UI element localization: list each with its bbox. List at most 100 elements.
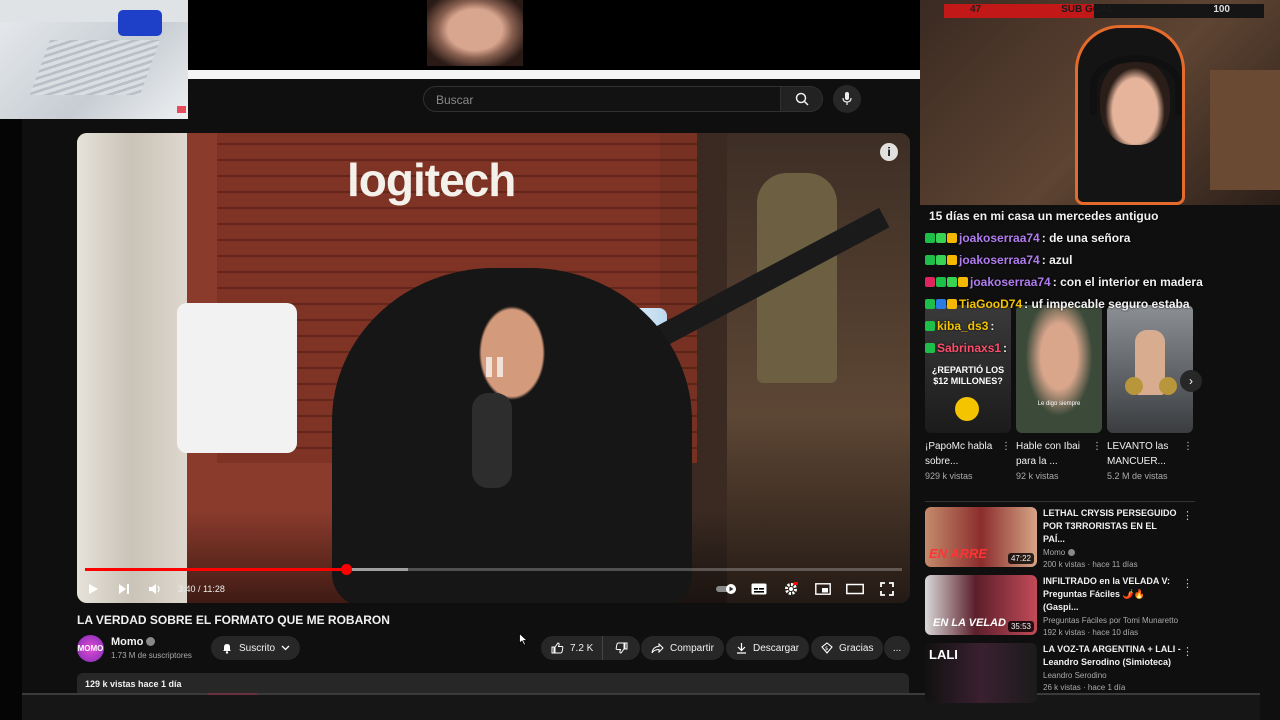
recommended-thumbnail[interactable]: EN LA VELAD 35:53 [925, 575, 1037, 635]
download-icon [737, 643, 746, 654]
recommended-meta: 26 k vistas · hace 1 día [1043, 683, 1126, 692]
verified-badge-icon [146, 637, 156, 646]
volume-button[interactable] [139, 577, 170, 601]
chat-badge-icon [936, 299, 946, 309]
short-menu-icon[interactable]: ⋮ [1183, 439, 1193, 454]
thumbs-down-icon [615, 642, 628, 654]
chat-message: joakoserraa74: de una señora [925, 227, 1235, 249]
avatar-text: MOMO [77, 644, 104, 653]
channel-avatar[interactable]: MOMO [77, 635, 104, 662]
video-player[interactable]: logitech i 3:40 / 11:28 [77, 133, 910, 603]
chat-badges [925, 299, 957, 309]
play-button[interactable] [77, 577, 108, 601]
recommended-channel[interactable]: Momo [1043, 548, 1065, 557]
chat-overlay: 15 días en mi casa un mercedes antiguo jo… [925, 205, 1235, 359]
screen: Buscar logitech i 3:40 / 11:28 LA VERDAD… [0, 0, 1280, 720]
search-button[interactable] [781, 86, 823, 112]
divider [925, 501, 1195, 502]
chat-username: TiaGooD74 [959, 297, 1023, 311]
super-thanks-icon: $ [821, 642, 833, 654]
thanks-label: Gracias [839, 642, 874, 654]
gear-icon [784, 582, 798, 595]
volume-icon [148, 584, 160, 594]
progress-bar[interactable] [85, 564, 902, 575]
thanks-button[interactable]: $ Gracias [811, 636, 884, 660]
fullscreen-icon [879, 582, 894, 596]
recommended-video[interactable]: LALI LA VOZ-TA ARGENTINA + LALI - Leandr… [925, 643, 1195, 711]
short-menu-icon[interactable]: ⋮ [1092, 439, 1102, 454]
chat-text: : [990, 319, 995, 333]
chat-username: Sabrinaxs1 [937, 341, 1002, 355]
time-display: 3:40 / 11:28 [178, 584, 225, 594]
chat-badge-icon [947, 299, 957, 309]
chat-badges [925, 233, 957, 243]
theater-mode-button[interactable] [839, 577, 870, 601]
like-button[interactable]: 7.2 K [541, 636, 604, 660]
svg-text:$: $ [825, 646, 828, 652]
miniplayer-icon [814, 583, 831, 595]
more-actions-button[interactable]: ... [884, 636, 910, 660]
subtitles-button[interactable] [743, 577, 774, 601]
short-thumb-text: ¿REPARTIÓ LOS $12 MILLONES? [931, 365, 1005, 386]
recommended-channel[interactable]: Leandro Serodino [1043, 671, 1181, 680]
channel-name-row[interactable]: Momo [111, 636, 156, 648]
chat-message: joakoserraa74: con el interior en madera [925, 271, 1235, 293]
like-count: 7.2 K [570, 642, 594, 654]
chat-message: joakoserraa74: azul [925, 249, 1235, 271]
chat-badge-icon [947, 255, 957, 265]
short-title[interactable]: LEVANTO las MANCUER... [1107, 441, 1168, 467]
channel-name[interactable]: Momo [111, 636, 143, 648]
chat-badge-icon [925, 233, 935, 243]
chat-message: 15 días en mi casa un mercedes antiguo [925, 205, 1235, 227]
search-icon [795, 92, 809, 106]
settings-button[interactable] [775, 577, 806, 601]
dislike-button[interactable] [602, 636, 640, 660]
video-scene-logo: logitech [347, 154, 516, 206]
autoplay-toggle-icon [715, 584, 736, 594]
short-menu-icon[interactable]: ⋮ [1001, 439, 1011, 454]
recommended-meta: 200 k vistas · hace 11 días [1043, 560, 1138, 569]
fullscreen-button[interactable] [871, 577, 902, 601]
shorts-next-button[interactable]: › [1180, 370, 1202, 392]
chat-text: : con el interior en madera [1052, 275, 1203, 289]
thumb-text: EN LA VELAD [933, 617, 1006, 629]
chat-badge-icon [936, 233, 946, 243]
subscriber-count: 1.73 M de suscriptores [111, 651, 192, 660]
share-button[interactable]: Compartir [641, 636, 724, 660]
theater-mode-icon [845, 583, 864, 595]
autoplay-toggle[interactable] [711, 577, 742, 601]
recommended-channel[interactable]: Preguntas Fáciles por Tomi Munaretto [1043, 616, 1181, 625]
more-options-icon[interactable]: ⋮ [1182, 577, 1193, 590]
browser-bookmarks-strip [188, 70, 920, 79]
miniplayer-button[interactable] [807, 577, 838, 601]
recommended-title[interactable]: INFILTRADO en la VELADA V: Preguntas Fác… [1043, 575, 1181, 614]
description-box[interactable]: 129 k vistas hace 1 día [77, 673, 909, 695]
chat-badge-icon [925, 255, 935, 265]
download-button[interactable]: Descargar [726, 636, 810, 660]
recommended-video[interactable]: EN ARRE 47:22 LETHAL CRYSIS PERSEGUIDO P… [925, 507, 1195, 575]
chat-text: 15 días en mi casa un mercedes antiguo [929, 209, 1159, 223]
recommended-video[interactable]: EN LA VELAD 35:53 INFILTRADO en la VELAD… [925, 575, 1195, 643]
short-title[interactable]: ¡PapoMc habla sobre... [925, 441, 992, 467]
chat-badge-icon [925, 343, 935, 353]
chat-message: Sabrinaxs1: [925, 337, 1235, 359]
skip-next-icon [118, 584, 129, 594]
sub-goal-bar: 47 SUB GOAL 100 [944, 4, 1264, 18]
thumbs-up-icon [551, 642, 564, 654]
chat-badge-icon [925, 299, 935, 309]
recommended-title[interactable]: LETHAL CRYSIS PERSEGUIDO POR T3RRORISTAS… [1043, 507, 1181, 546]
info-button[interactable]: i [880, 143, 898, 161]
short-title[interactable]: Hable con Ibai para la ... [1016, 441, 1080, 467]
recommended-title[interactable]: LA VOZ-TA ARGENTINA + LALI - Leandro Ser… [1043, 643, 1181, 669]
subscribed-button[interactable]: Suscrito [211, 636, 301, 660]
voice-search-button[interactable] [833, 85, 861, 113]
vacuum-robot [118, 10, 162, 36]
verified-badge-icon [1068, 549, 1076, 556]
next-button[interactable] [108, 577, 139, 601]
search-input[interactable]: Buscar [423, 86, 781, 112]
recommended-thumbnail[interactable]: LALI [925, 643, 1037, 703]
more-options-icon[interactable]: ⋮ [1182, 645, 1193, 658]
more-options-icon[interactable]: ⋮ [1182, 509, 1193, 522]
recommended-thumbnail[interactable]: EN ARRE 47:22 [925, 507, 1037, 567]
played-bar [85, 568, 347, 571]
